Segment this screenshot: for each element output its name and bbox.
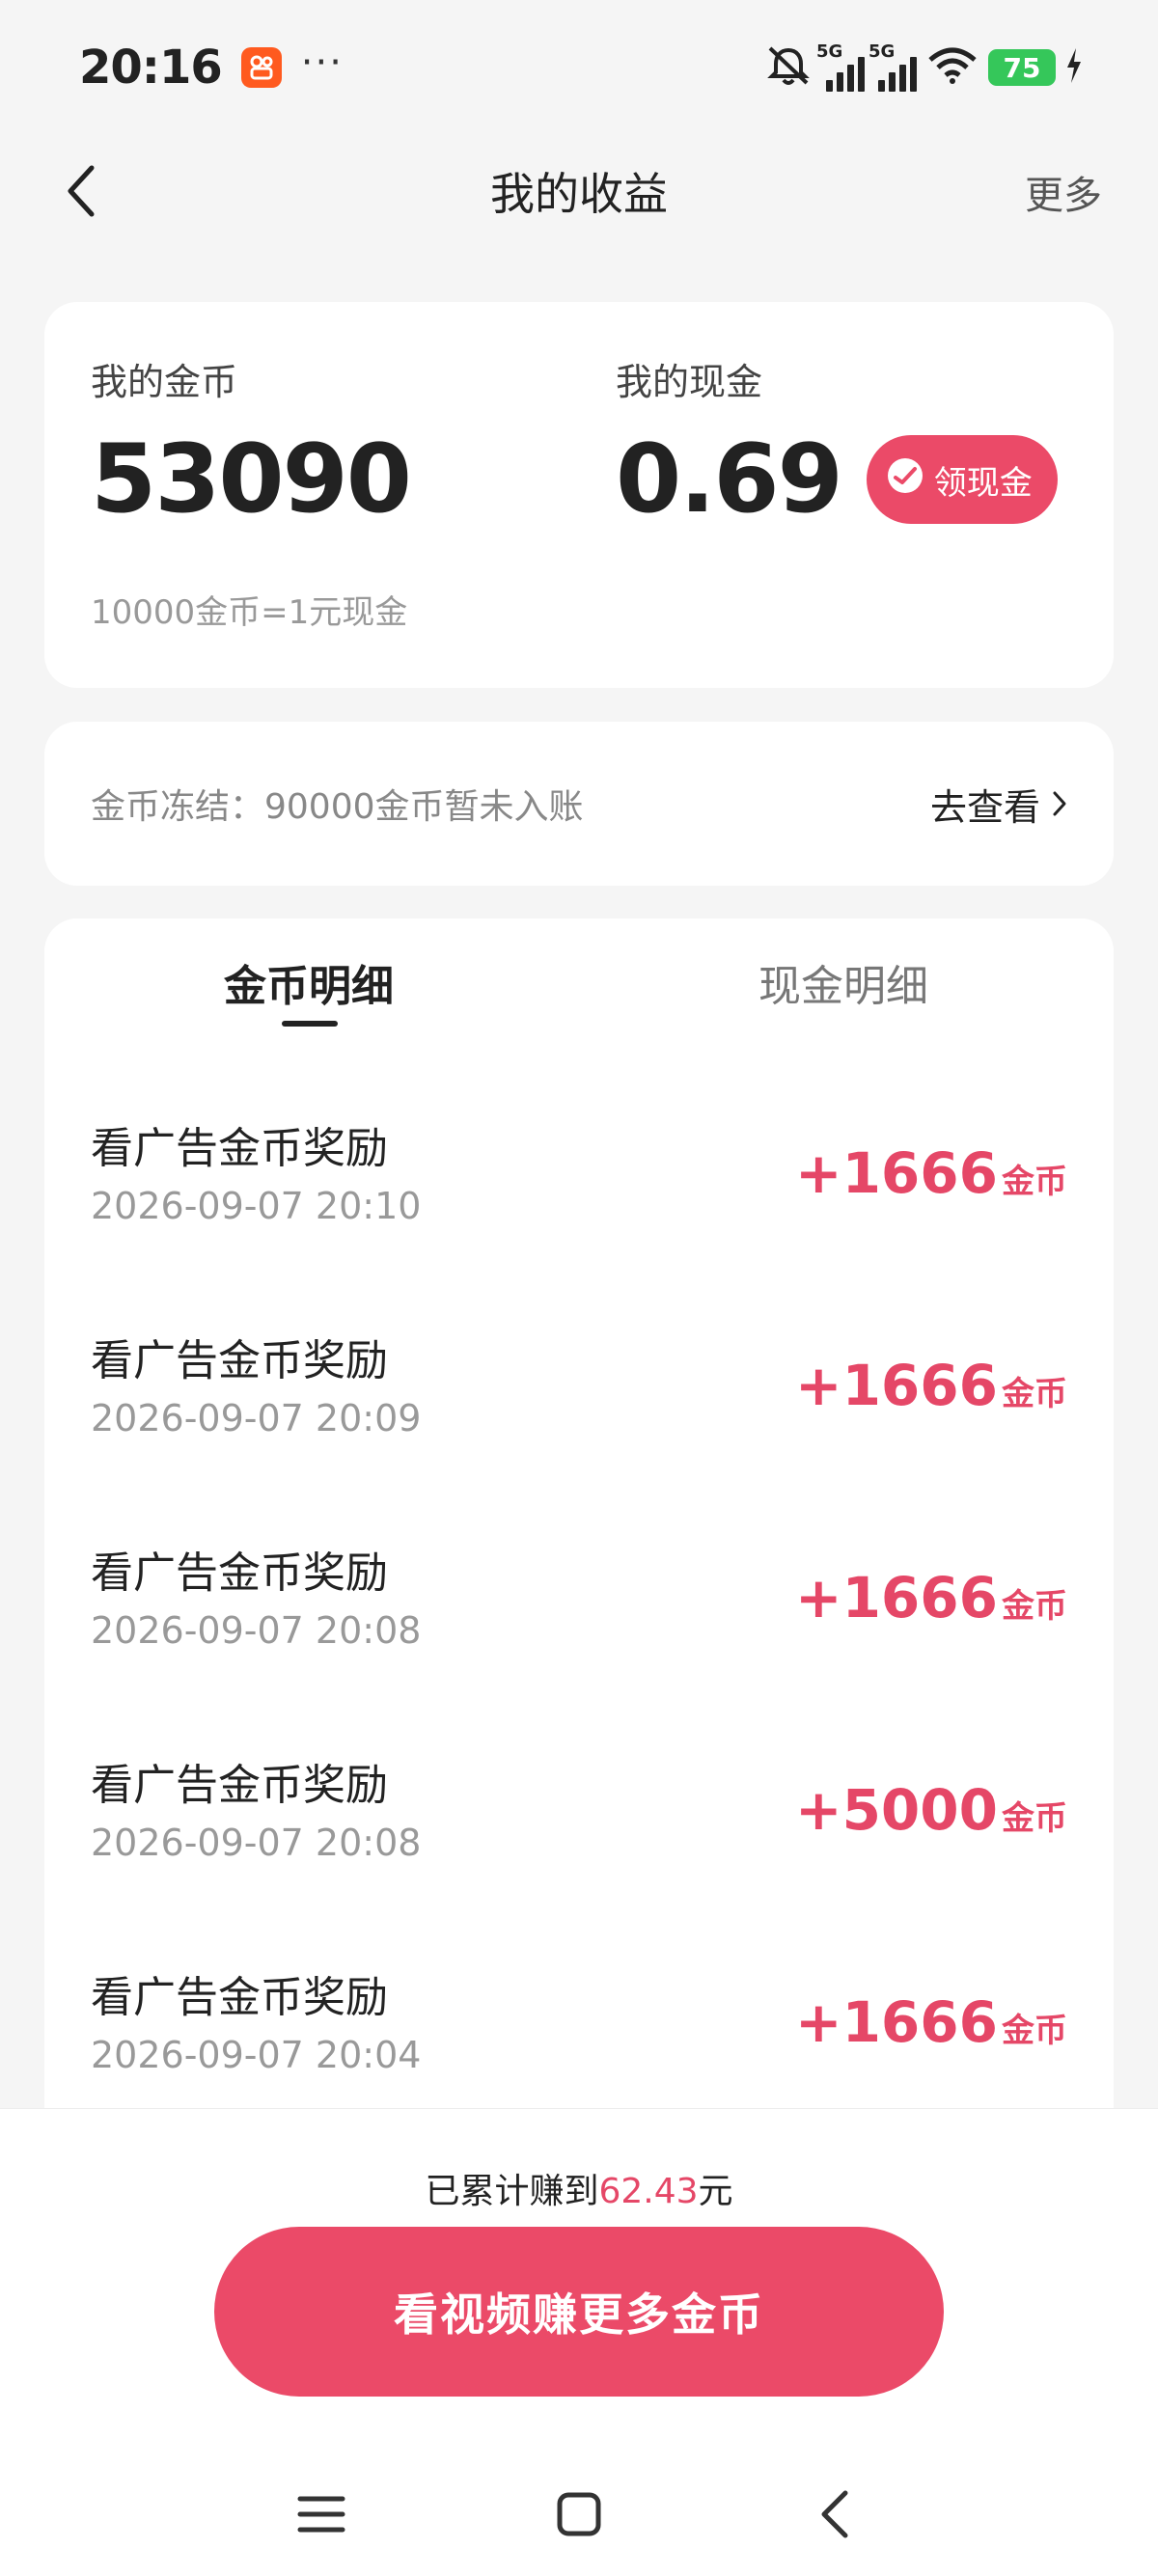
record-amount-unit: 金币 — [1002, 1163, 1067, 1201]
frozen-coins-card: 金币冻结：90000金币暂未入账 去查看 — [44, 722, 1114, 886]
app-icon — [240, 47, 282, 88]
claim-cash-button[interactable]: 领现金 — [866, 435, 1058, 524]
tab-coin-detail[interactable]: 金币明细 — [224, 951, 394, 1013]
record-amount: +1666 金币 — [795, 1565, 1067, 1631]
cash-balance-section: 我的现金 0.69 领现金 — [616, 352, 1058, 527]
back-triangle-icon — [821, 2490, 848, 2538]
home-square-icon — [557, 2492, 601, 2536]
detail-card: 金币明细 现金明细 看广告金币奖励 2026-09-07 20:10 +1666… — [44, 918, 1114, 2124]
record-amount-value: +1666 — [794, 1565, 998, 1631]
record-title: 看广告金币奖励 — [91, 1973, 388, 2022]
record-time: 2026-09-07 20:08 — [91, 1609, 422, 1652]
bottom-panel: 已累计赚到62.43元 看视频赚更多金币 — [0, 2108, 1158, 2576]
earnings-summary-card: 我的金币 53090 我的现金 0.69 领现金 10000金币=1元现金 — [44, 302, 1114, 688]
record-amount-value: +1666 — [794, 1353, 998, 1418]
record-amount-value: +1666 — [794, 1140, 998, 1206]
record-title: 看广告金币奖励 — [91, 1336, 388, 1385]
record-amount-value: +5000 — [794, 1777, 998, 1843]
list-item: 看广告金币奖励 2026-09-07 20:10 +1666 金币 — [91, 1113, 1067, 1326]
view-frozen-label: 去查看 — [929, 785, 1040, 829]
network-type-label: 5G — [816, 41, 843, 62]
page-title: 我的收益 — [490, 167, 668, 220]
view-frozen-link[interactable]: 去查看 — [930, 778, 1067, 831]
frozen-coins-text: 金币冻结：90000金币暂未入账 — [91, 787, 584, 827]
more-notifications-icon: ··· — [300, 41, 344, 85]
total-earned-text: 已累计赚到62.43元 — [0, 2163, 1158, 2213]
coin-value: 53090 — [91, 425, 412, 534]
status-right: 5G 5G 75 — [764, 41, 1083, 92]
wechat-icon — [886, 456, 924, 504]
record-amount-value: +1666 — [794, 1989, 998, 2055]
record-time: 2026-09-07 20:04 — [91, 2034, 422, 2076]
list-item: 看广告金币奖励 2026-09-07 20:04 +1666 金币 — [91, 1962, 1067, 2124]
back-button[interactable] — [52, 162, 110, 220]
chevron-right-icon — [1053, 791, 1066, 816]
record-amount: +1666 金币 — [795, 1140, 1067, 1206]
menu-nav-button[interactable] — [288, 2480, 355, 2548]
cash-row: 0.69 领现金 — [616, 432, 1058, 527]
record-amount-unit: 金币 — [1002, 1799, 1067, 1838]
battery-icon: 75 — [988, 49, 1056, 86]
menu-icon — [297, 2496, 345, 2533]
home-nav-button[interactable] — [545, 2480, 613, 2548]
signal-icon-2: 5G — [868, 41, 917, 92]
coin-label: 我的金币 — [91, 361, 238, 403]
cash-value: 0.69 — [616, 425, 843, 534]
record-time: 2026-09-07 20:09 — [91, 1397, 422, 1439]
tab-cash-detail[interactable]: 现金明细 — [758, 951, 928, 1013]
cash-label: 我的现金 — [616, 361, 763, 403]
status-bar: 20:16 ··· 5G 5G 75 — [0, 0, 1158, 135]
record-time: 2026-09-07 20:10 — [91, 1185, 422, 1227]
record-amount: +1666 金币 — [795, 1353, 1067, 1418]
detail-tabs: 金币明细 现金明细 — [44, 918, 1114, 1063]
list-item: 看广告金币奖励 2026-09-07 20:08 +5000 金币 — [91, 1750, 1067, 1962]
record-amount-unit: 金币 — [1002, 1587, 1067, 1626]
network-type-label-2: 5G — [868, 41, 896, 62]
back-nav-button[interactable] — [801, 2480, 868, 2548]
status-time: 20:16 — [79, 41, 223, 95]
total-suffix: 元 — [698, 2172, 733, 2211]
record-amount-unit: 金币 — [1002, 2012, 1067, 2050]
record-amount-unit: 金币 — [1002, 1375, 1067, 1413]
status-left: 20:16 ··· — [79, 41, 344, 95]
wifi-icon — [926, 46, 979, 89]
charging-icon — [1065, 48, 1083, 87]
list-item: 看广告金币奖励 2026-09-07 20:09 +1666 金币 — [91, 1326, 1067, 1538]
total-prefix: 已累计赚到 — [425, 2172, 599, 2211]
list-item: 看广告金币奖励 2026-09-07 20:08 +1666 金币 — [91, 1538, 1067, 1750]
total-amount: 62.43 — [598, 2172, 699, 2211]
signal-icon: 5G — [816, 41, 865, 92]
more-button[interactable]: 更多 — [1025, 164, 1102, 220]
active-tab-indicator — [282, 1021, 338, 1027]
exchange-rate-text: 10000金币=1元现金 — [91, 593, 408, 632]
record-time: 2026-09-07 20:08 — [91, 1822, 422, 1864]
record-title: 看广告金币奖励 — [91, 1548, 388, 1598]
watch-video-button[interactable]: 看视频赚更多金币 — [214, 2227, 944, 2397]
chevron-left-icon — [68, 165, 95, 217]
record-amount: +1666 金币 — [795, 1989, 1067, 2055]
record-title: 看广告金币奖励 — [91, 1761, 388, 1810]
record-title: 看广告金币奖励 — [91, 1124, 388, 1173]
page-header: 我的收益 更多 — [0, 135, 1158, 246]
record-amount: +5000 金币 — [795, 1777, 1067, 1843]
system-nav-bar — [0, 2442, 1158, 2576]
mute-icon — [764, 44, 813, 91]
coin-balance-section: 我的金币 53090 — [91, 352, 412, 534]
claim-cash-label: 领现金 — [933, 463, 1033, 503]
